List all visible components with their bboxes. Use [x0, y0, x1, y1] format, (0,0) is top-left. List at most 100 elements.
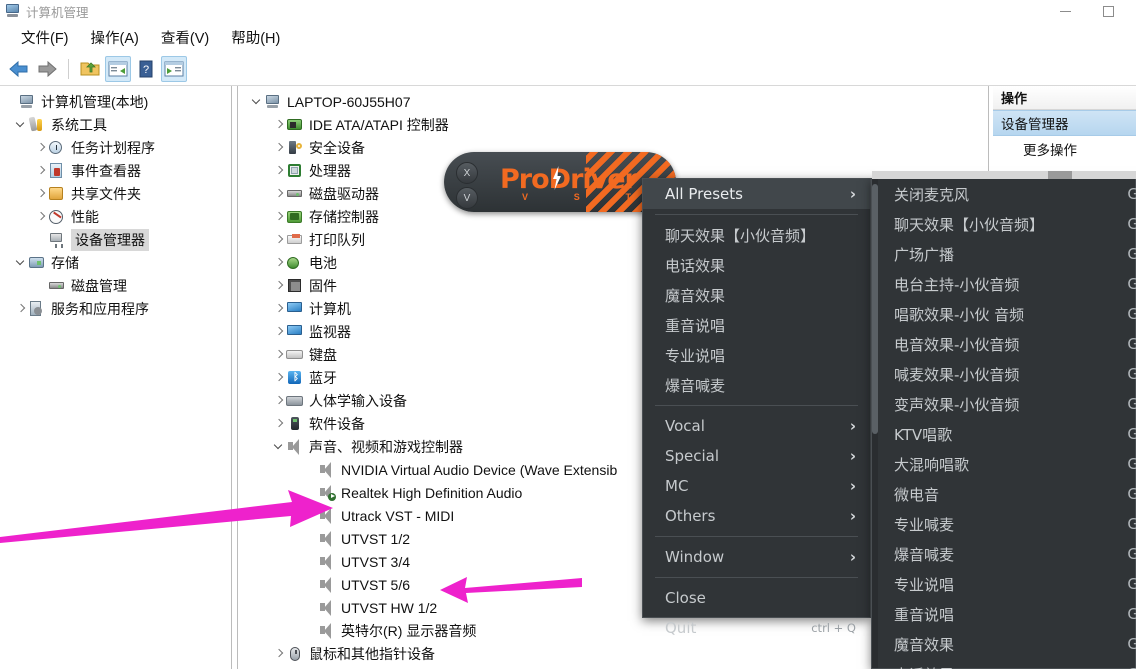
submenu-item-12[interactable]: 爆音喊麦 G — [872, 539, 1136, 569]
plugin-button-v[interactable]: V — [456, 187, 478, 209]
scrollbar-thumb[interactable] — [1048, 171, 1072, 179]
actions-item-device-manager[interactable]: 设备管理器 — [993, 110, 1136, 136]
menu-item-label: 关闭麦克风 — [894, 185, 970, 204]
show-hide-tree-icon[interactable] — [105, 55, 131, 82]
submenu-item-15[interactable]: 魔音效果 G — [872, 629, 1136, 659]
maximize-button[interactable] — [1103, 0, 1114, 22]
sidebar-item-disk-management[interactable]: 磁盘管理 — [0, 274, 231, 297]
submenu-item-1[interactable]: 聊天效果【小伙音频】 G — [872, 209, 1136, 239]
chevron-right-icon[interactable] — [272, 417, 286, 431]
chevron-down-icon[interactable] — [14, 118, 28, 132]
up-folder-icon[interactable] — [77, 56, 103, 82]
chevron-right-icon[interactable] — [272, 279, 286, 293]
chevron-right-icon[interactable] — [272, 256, 286, 270]
chevron-right-icon[interactable] — [272, 141, 286, 155]
menu-item-vocal[interactable]: Vocal › — [643, 411, 870, 441]
menu-item-label: 电话效果 — [894, 664, 954, 669]
menu-file[interactable]: 文件(F) — [10, 24, 80, 51]
storage-icon — [28, 255, 46, 271]
submenu-item-6[interactable]: 喊麦效果-小伙音频 G — [872, 359, 1136, 389]
computer-icon — [18, 94, 36, 110]
submenu-item-7[interactable]: 变声效果-小伙音频 G — [872, 389, 1136, 419]
menu-help[interactable]: 帮助(H) — [220, 24, 291, 51]
forward-icon[interactable] — [34, 56, 60, 82]
submenu-item-10[interactable]: 微电音 G — [872, 479, 1136, 509]
chevron-right-icon[interactable] — [272, 187, 286, 201]
sidebar-item-shared-folders[interactable]: 共享文件夹 — [0, 182, 231, 205]
device-node-root[interactable]: LAPTOP-60J55H07 — [238, 90, 988, 113]
preset-context-menu[interactable]: All Presets › 聊天效果【小伙音频】 电话效果 魔音效果 重音说唱 … — [642, 178, 871, 637]
chevron-right-icon[interactable] — [34, 141, 48, 155]
chevron-down-icon[interactable] — [250, 95, 264, 109]
submenu-item-3[interactable]: 电台主持-小伙音频 G — [872, 269, 1136, 299]
menu-item-label: Window — [665, 548, 725, 566]
sidebar-item-task-scheduler[interactable]: 任务计划程序 — [0, 136, 231, 159]
menu-item-preset-3[interactable]: 重音说唱 — [643, 310, 870, 340]
menu-action[interactable]: 操作(A) — [80, 24, 150, 51]
menu-item-special[interactable]: Special › — [643, 441, 870, 471]
submenu-item-13[interactable]: 专业说唱 G — [872, 569, 1136, 599]
sidebar-item-performance[interactable]: 性能 — [0, 205, 231, 228]
submenu-item-4[interactable]: 唱歌效果-小伙 音频 G — [872, 299, 1136, 329]
actions-item-more-actions[interactable]: 更多操作 — [993, 136, 1136, 162]
help-icon[interactable]: ? — [133, 56, 159, 82]
menu-item-preset-4[interactable]: 专业说唱 — [643, 340, 870, 370]
menu-item-mc[interactable]: MC › — [643, 471, 870, 501]
tree-item-computer-management[interactable]: 计算机管理(本地) — [0, 90, 231, 113]
sidebar-item-services-and-applications[interactable]: 服务和应用程序 — [0, 297, 231, 320]
chevron-right-icon[interactable] — [272, 394, 286, 408]
submenu-item-11[interactable]: 专业喊麦 G — [872, 509, 1136, 539]
submenu-item-14[interactable]: 重音说唱 G — [872, 599, 1136, 629]
menu-item-preset-1[interactable]: 电话效果 — [643, 250, 870, 280]
menu-item-preset-0[interactable]: 聊天效果【小伙音频】 — [643, 220, 870, 250]
tree-item-label: 计算机管理(本地) — [41, 93, 149, 110]
submenu-item-2[interactable]: 广场广播 G — [872, 239, 1136, 269]
chevron-right-icon[interactable] — [272, 302, 286, 316]
sidebar-item-storage[interactable]: 存储 — [0, 251, 231, 274]
console-tree-panel[interactable]: 计算机管理(本地) 系统工具 任务计划程序 事件查看器 共享文件夹 性能 设备管… — [0, 86, 232, 669]
chevron-right-icon[interactable] — [272, 118, 286, 132]
menu-item-window[interactable]: Window › — [643, 542, 870, 572]
tree-item-system-tools[interactable]: 系统工具 — [0, 113, 231, 136]
device-category-ide[interactable]: IDE ATA/ATAPI 控制器 — [238, 113, 988, 136]
chevron-right-icon: › — [849, 548, 856, 566]
chevron-right-icon[interactable] — [272, 233, 286, 247]
chevron-right-icon[interactable] — [272, 371, 286, 385]
chevron-right-icon[interactable] — [34, 187, 48, 201]
chevron-right-icon[interactable] — [272, 348, 286, 362]
chevron-down-icon[interactable] — [14, 256, 28, 270]
menu-item-others[interactable]: Others › — [643, 501, 870, 531]
chevron-right-icon[interactable] — [34, 164, 48, 178]
submenu-item-9[interactable]: 大混响唱歌 G — [872, 449, 1136, 479]
tree-item-label: 系统工具 — [51, 116, 107, 133]
submenu-item-0[interactable]: 关闭麦克风 G — [872, 179, 1136, 209]
chevron-right-icon[interactable] — [272, 210, 286, 224]
menu-item-all-presets[interactable]: All Presets › — [643, 179, 870, 209]
chevron-right-icon[interactable] — [34, 210, 48, 224]
sidebar-item-event-viewer[interactable]: 事件查看器 — [0, 159, 231, 182]
menu-item-close[interactable]: Close — [643, 583, 870, 613]
chevron-right-icon[interactable] — [272, 325, 286, 339]
tools-icon — [28, 116, 46, 133]
chevron-right-icon: › — [849, 447, 856, 465]
all-presets-submenu[interactable]: 关闭麦克风 G 聊天效果【小伙音频】 G 广场广播 G 电台主持-小伙音频 G 唱歌效果… — [871, 171, 1136, 669]
chevron-right-icon[interactable] — [272, 647, 286, 661]
show-action-pane-icon[interactable] — [161, 55, 187, 82]
submenu-item-16[interactable]: 电话效果 G — [872, 659, 1136, 669]
plugin-button-x[interactable]: X — [456, 162, 478, 184]
submenu-item-8[interactable]: KTV唱歌 G — [872, 419, 1136, 449]
back-icon[interactable] — [6, 56, 32, 82]
device-node-label: 打印队列 — [309, 231, 365, 248]
sidebar-item-device-manager[interactable]: 设备管理器 — [0, 228, 231, 251]
chevron-right-icon[interactable] — [272, 164, 286, 178]
chevron-right-icon[interactable] — [14, 302, 28, 316]
menu-item-quit[interactable]: Quit ctrl + Q — [643, 613, 870, 643]
device-node-label: 英特尔(R) 显示器音频 — [341, 622, 477, 639]
submenu-horizontal-scrollbar[interactable] — [872, 171, 1136, 179]
menu-view[interactable]: 查看(V) — [150, 24, 220, 51]
chevron-down-icon[interactable] — [272, 440, 286, 454]
minimize-button[interactable] — [1060, 0, 1071, 22]
menu-item-preset-5[interactable]: 爆音喊麦 — [643, 370, 870, 400]
menu-item-preset-2[interactable]: 魔音效果 — [643, 280, 870, 310]
submenu-item-5[interactable]: 电音效果-小伙音频 G — [872, 329, 1136, 359]
